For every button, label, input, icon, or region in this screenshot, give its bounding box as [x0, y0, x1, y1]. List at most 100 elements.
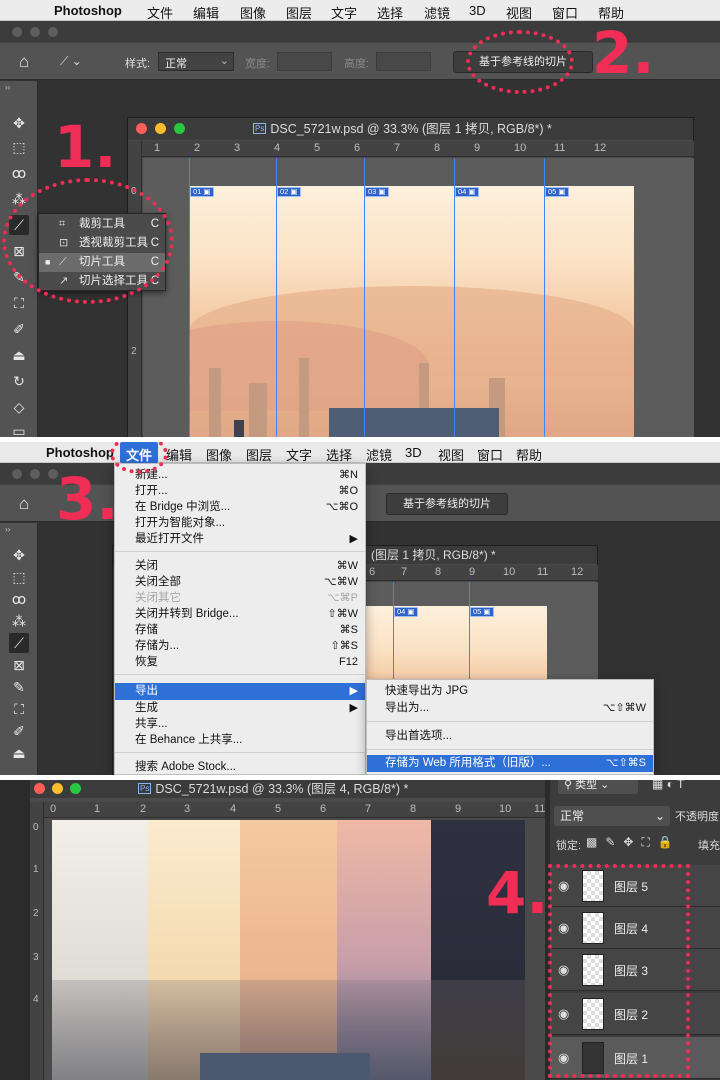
file-menu-item[interactable]: 存储为... ⇧⌘S: [115, 638, 365, 654]
patch-tool-icon[interactable]: ⛶: [9, 293, 29, 313]
menu-select[interactable]: 选择: [326, 445, 352, 464]
slice-number-badge[interactable]: 02 ▣: [277, 187, 301, 197]
menu-type[interactable]: 文字: [286, 445, 312, 464]
zoom-icon[interactable]: [174, 123, 185, 134]
close-dot[interactable]: [12, 27, 22, 37]
document-image[interactable]: [189, 186, 634, 437]
file-menu-item[interactable]: 关闭并转到 Bridge... ⇧⌘W: [115, 606, 365, 622]
close-icon[interactable]: [34, 783, 45, 794]
menu-file[interactable]: 文件: [147, 3, 173, 22]
menu-view[interactable]: 视图: [438, 445, 464, 464]
frame-tool-icon[interactable]: ⊠: [9, 655, 29, 675]
menu-3d[interactable]: 3D: [469, 3, 486, 18]
export-menu-item[interactable]: 快速导出为 JPG: [367, 683, 653, 699]
blend-mode-select[interactable]: 正常 ⌄: [554, 806, 670, 826]
move-tool-icon[interactable]: ✥: [9, 545, 29, 565]
history-brush-icon[interactable]: ↻: [9, 371, 29, 391]
eraser-tool-icon[interactable]: ◇: [9, 397, 29, 417]
menu-help[interactable]: 帮助: [516, 445, 542, 464]
minimize-dot[interactable]: [30, 469, 40, 479]
lasso-tool-icon[interactable]: ꝏ: [9, 589, 29, 609]
menu-image[interactable]: 图像: [206, 445, 232, 464]
expand-chevron-icon[interactable]: ››: [5, 83, 10, 92]
menu-layer[interactable]: 图层: [246, 445, 272, 464]
slice-number-badge[interactable]: 04 ▣: [455, 187, 479, 197]
slice-number-badge[interactable]: 01 ▣: [190, 187, 214, 197]
brush-tool-icon[interactable]: ✐: [9, 721, 29, 741]
height-field[interactable]: [376, 52, 431, 71]
file-menu-item[interactable]: 生成 ▶: [115, 700, 365, 716]
guide-line[interactable]: [454, 158, 455, 437]
menu-window[interactable]: 窗口: [552, 3, 578, 22]
file-menu-item[interactable]: 共享...: [115, 716, 365, 732]
move-tool-icon[interactable]: ✥: [9, 113, 29, 133]
file-menu-item[interactable]: 打开为智能对象...: [115, 515, 365, 531]
eyedropper-icon[interactable]: ✎: [9, 677, 29, 697]
style-select[interactable]: 正常 ⌄: [158, 52, 234, 71]
minimize-icon[interactable]: [155, 123, 166, 134]
file-menu-item[interactable]: 存储 ⌘S: [115, 622, 365, 638]
slice-tool-preset-icon[interactable]: ⟋ ⌄: [60, 54, 82, 69]
ruler-tick: 4: [33, 994, 39, 1005]
app-menu[interactable]: Photoshop: [54, 3, 122, 18]
patch-tool-icon[interactable]: ⛶: [9, 699, 29, 719]
guide-line[interactable]: [276, 158, 277, 437]
menu-view[interactable]: 视图: [506, 3, 532, 22]
submenu-arrow-icon: ▶: [349, 685, 358, 697]
slice-number-badge[interactable]: 05 ▣: [470, 607, 494, 617]
menu-filter[interactable]: 滤镜: [424, 3, 450, 22]
export-menu-item[interactable]: 导出为... ⌥⇧⌘W: [367, 700, 653, 716]
stamp-tool-icon[interactable]: ⏏: [9, 743, 29, 763]
slice-tool-icon[interactable]: ⟋: [9, 633, 29, 653]
menu-window[interactable]: 窗口: [477, 445, 503, 464]
brush-tool-icon[interactable]: ✐: [9, 319, 29, 339]
menu-3d[interactable]: 3D: [405, 445, 422, 460]
export-menu-item[interactable]: 导出首选项...: [367, 728, 653, 744]
menu-filter[interactable]: 滤镜: [366, 445, 392, 464]
gradient-tool-icon[interactable]: ▭: [9, 421, 29, 437]
app-menu[interactable]: Photoshop: [46, 445, 114, 460]
file-menu-item-export[interactable]: 导出 ▶: [115, 683, 365, 700]
slice-number: 04: [397, 607, 406, 616]
stamp-tool-icon[interactable]: ⏏: [9, 345, 29, 365]
zoom-dot[interactable]: [48, 27, 58, 37]
file-menu-item[interactable]: 搜索 Adobe Stock...: [115, 759, 365, 775]
guide-line[interactable]: [189, 158, 190, 437]
home-icon[interactable]: ⌂: [19, 52, 29, 72]
marquee-tool-icon[interactable]: ⬚: [9, 137, 29, 157]
marquee-tool-icon[interactable]: ⬚: [9, 567, 29, 587]
magic-wand-icon[interactable]: ⁂: [9, 611, 29, 631]
width-field[interactable]: [277, 52, 332, 71]
slices-from-guides-button[interactable]: 基于参考线的切片: [386, 493, 508, 515]
minimize-dot[interactable]: [30, 27, 40, 37]
lock-icons[interactable]: ▩✎✥⛶🔒: [586, 835, 681, 850]
menu-edit[interactable]: 编辑: [193, 3, 219, 22]
file-menu-item[interactable]: 在 Bridge 中浏览... ⌥⌘O: [115, 499, 365, 515]
close-icon[interactable]: [136, 123, 147, 134]
save-for-web-menu-item[interactable]: 存储为 Web 所用格式（旧版）... ⌥⇧⌘S: [367, 755, 653, 772]
slice-number-badge[interactable]: 03 ▣: [365, 187, 389, 197]
home-icon[interactable]: ⌂: [19, 494, 29, 514]
menu-edit[interactable]: 编辑: [166, 445, 192, 464]
slice-number-badge[interactable]: 04 ▣: [394, 607, 418, 617]
kind-filter-select[interactable]: ⚲ 类型 ⌄: [558, 780, 638, 794]
guide-line[interactable]: [364, 158, 365, 437]
guide-line[interactable]: [544, 158, 545, 437]
close-dot[interactable]: [12, 469, 22, 479]
lasso-tool-icon[interactable]: ꝏ: [9, 163, 29, 183]
file-menu-item[interactable]: 打开... ⌘O: [115, 483, 365, 499]
filter-icons[interactable]: ▦ ◐ T: [652, 780, 684, 791]
expand-chevron-icon[interactable]: ››: [5, 525, 10, 534]
menu-select[interactable]: 选择: [377, 3, 403, 22]
minimize-icon[interactable]: [52, 783, 63, 794]
menu-layer[interactable]: 图层: [286, 3, 312, 22]
file-menu-item[interactable]: 恢复 F12: [115, 654, 365, 670]
file-menu-item[interactable]: 在 Behance 上共享...: [115, 732, 365, 748]
menu-type[interactable]: 文字: [331, 3, 357, 22]
file-menu-item[interactable]: 关闭 ⌘W: [115, 558, 365, 574]
file-menu-item[interactable]: 关闭全部 ⌥⌘W: [115, 574, 365, 590]
slice-number-badge[interactable]: 05 ▣: [545, 187, 569, 197]
file-menu-item[interactable]: 最近打开文件 ▶: [115, 531, 365, 547]
zoom-icon[interactable]: [70, 783, 81, 794]
menu-image[interactable]: 图像: [240, 3, 266, 22]
